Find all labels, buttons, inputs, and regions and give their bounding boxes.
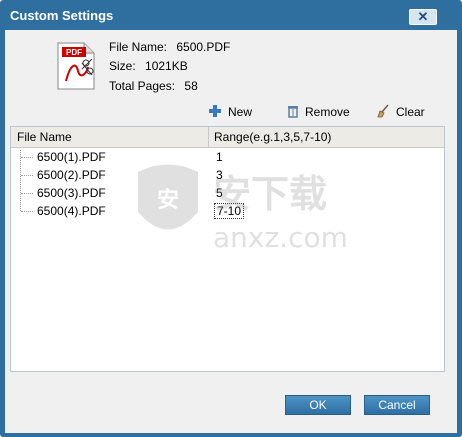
row-file-name: 6500(1).PDF bbox=[37, 150, 106, 164]
tree-branch bbox=[21, 157, 33, 158]
total-pages-info: Total Pages: 58 bbox=[109, 79, 198, 93]
tree-branch bbox=[21, 175, 33, 176]
tree-branch bbox=[21, 193, 33, 194]
split-file-list[interactable]: File Name Range(e.g.1,3,5,7-10) 6500(1).… bbox=[10, 126, 445, 372]
new-button-label: New bbox=[228, 105, 253, 119]
watermark-domain: anxz.com bbox=[213, 221, 348, 254]
remove-button[interactable]: Remove bbox=[287, 102, 350, 122]
column-header-range[interactable]: Range(e.g.1,3,5,7-10) bbox=[214, 130, 331, 144]
close-icon: ✕ bbox=[417, 9, 429, 24]
watermark-cn: 安下载 bbox=[213, 172, 327, 216]
file-size-label: Size: bbox=[109, 59, 136, 73]
dialog-title: Custom Settings bbox=[10, 8, 114, 23]
ok-button[interactable]: OK bbox=[285, 395, 351, 415]
dialog-body: PDF File Name: 6500.PDF Size: 1021KB Tot… bbox=[5, 30, 457, 433]
file-size-value: 1021KB bbox=[145, 59, 188, 73]
row-file-name: 6500(3).PDF bbox=[37, 186, 106, 200]
cancel-button[interactable]: Cancel bbox=[364, 395, 430, 415]
clear-button-label: Clear bbox=[396, 105, 425, 119]
trash-icon bbox=[287, 104, 299, 121]
column-header-file-name[interactable]: File Name bbox=[17, 130, 72, 144]
new-button[interactable]: New bbox=[208, 102, 252, 122]
watermark: 安 安下载 anxz.com bbox=[128, 152, 358, 262]
plus-icon bbox=[208, 104, 222, 121]
row-file-name: 6500(4).PDF bbox=[37, 204, 106, 218]
custom-settings-dialog: Custom Settings ✕ PDF File Name: 6500.PD… bbox=[0, 0, 462, 437]
clear-button[interactable]: Clear bbox=[376, 102, 425, 122]
title-bar[interactable]: Custom Settings ✕ bbox=[0, 0, 462, 30]
close-button[interactable]: ✕ bbox=[409, 9, 437, 25]
column-separator[interactable] bbox=[208, 127, 209, 147]
file-name-value: 6500.PDF bbox=[176, 40, 231, 54]
remove-button-label: Remove bbox=[305, 105, 350, 119]
pdf-file-icon: PDF bbox=[56, 41, 96, 91]
total-pages-value: 58 bbox=[184, 79, 198, 93]
file-name-info: File Name: 6500.PDF bbox=[109, 40, 230, 54]
total-pages-label: Total Pages: bbox=[109, 79, 176, 93]
list-header: File Name Range(e.g.1,3,5,7-10) bbox=[11, 127, 444, 148]
file-size-info: Size: 1021KB bbox=[109, 59, 188, 73]
row-file-name: 6500(2).PDF bbox=[37, 168, 106, 182]
svg-text:安: 安 bbox=[157, 187, 179, 213]
pdf-badge-text: PDF bbox=[66, 48, 82, 57]
broom-icon bbox=[376, 104, 390, 121]
file-name-label: File Name: bbox=[109, 40, 168, 54]
tree-branch bbox=[21, 211, 33, 212]
